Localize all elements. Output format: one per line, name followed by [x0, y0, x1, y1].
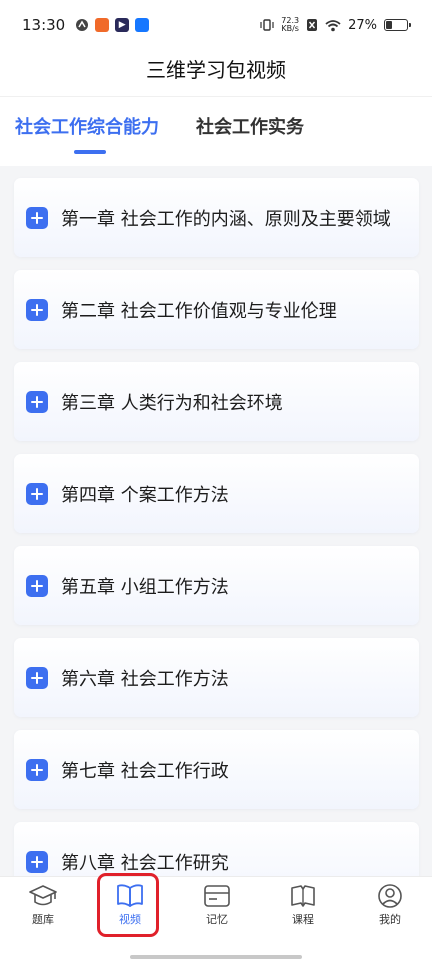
nav-item-course[interactable]: 课程 [273, 883, 333, 927]
graduation-cap-icon [29, 885, 57, 906]
page-title: 三维学习包视频 [146, 58, 286, 82]
status-bar: 13:30 ▶ 72.3 KB/s 27% [0, 0, 432, 50]
app-notification-icon [95, 18, 110, 32]
chapter-item[interactable]: 第五章 小组工作方法 [14, 546, 419, 625]
battery-level [386, 21, 392, 29]
nav-label: 记忆 [206, 913, 228, 926]
chapter-item[interactable]: 第二章 社会工作价值观与专业伦理 [14, 270, 419, 349]
highlight-box [97, 873, 159, 937]
chapter-item[interactable]: 第一章 社会工作的内涵、原则及主要领域 [14, 178, 419, 257]
expand-plus-icon[interactable] [26, 575, 48, 597]
no-sim-icon [307, 19, 318, 31]
chapter-label: 第五章 小组工作方法 [61, 577, 229, 598]
tab-comprehensive-ability[interactable]: 社会工作综合能力 [15, 113, 159, 139]
status-right: 72.3 KB/s 27% [260, 17, 411, 33]
chapter-label: 第六章 社会工作方法 [61, 669, 229, 690]
chapter-label: 第二章 社会工作价值观与专业伦理 [61, 301, 337, 322]
tab-practice[interactable]: 社会工作实务 [196, 113, 304, 139]
home-indicator[interactable] [130, 955, 302, 959]
chapter-label: 第八章 社会工作研究 [61, 853, 229, 874]
chapter-item[interactable]: 第六章 社会工作方法 [14, 638, 419, 717]
nav-label: 我的 [379, 913, 401, 926]
battery-percent: 27% [348, 17, 377, 33]
page-title-bar: 三维学习包视频 [0, 50, 432, 96]
nav-item-memory[interactable]: 记忆 [187, 883, 247, 927]
expand-plus-icon[interactable] [26, 851, 48, 873]
network-speed: 72.3 KB/s [281, 17, 299, 33]
tab-bar: 社会工作综合能力 社会工作实务 [0, 96, 432, 166]
expand-plus-icon[interactable] [26, 483, 48, 505]
chapter-item[interactable]: 第七章 社会工作行政 [14, 730, 419, 809]
book-icon [291, 885, 315, 907]
expand-plus-icon[interactable] [26, 391, 48, 413]
play-app-icon: ▶ [115, 18, 130, 32]
vibrate-icon [260, 19, 274, 31]
status-left: 13:30 ▶ [22, 16, 150, 34]
expand-plus-icon[interactable] [26, 667, 48, 689]
wifi-icon [325, 19, 341, 31]
chapter-item[interactable]: 第三章 人类行为和社会环境 [14, 362, 419, 441]
expand-plus-icon[interactable] [26, 759, 48, 781]
network-speed-unit: KB/s [281, 24, 299, 33]
chapter-label: 第一章 社会工作的内涵、原则及主要领域 [61, 209, 391, 230]
nav-label: 题库 [32, 913, 54, 926]
status-time: 13:30 [22, 16, 66, 34]
chapter-list: 第一章 社会工作的内涵、原则及主要领域 第二章 社会工作价值观与专业伦理 第三章… [14, 178, 419, 914]
chapter-label: 第七章 社会工作行政 [61, 761, 229, 782]
nav-label: 课程 [292, 913, 314, 926]
chapter-label: 第三章 人类行为和社会环境 [61, 393, 283, 414]
sync-icon [76, 19, 89, 31]
nav-item-mine[interactable]: 我的 [360, 883, 420, 927]
bottom-nav: 题库 视频 记忆 课程 我的 [0, 876, 432, 964]
tab-active-indicator [74, 150, 106, 154]
chapter-item[interactable]: 第四章 个案工作方法 [14, 454, 419, 533]
nav-item-question-bank[interactable]: 题库 [13, 883, 73, 927]
expand-plus-icon[interactable] [26, 299, 48, 321]
expand-plus-icon[interactable] [26, 207, 48, 229]
chapter-label: 第四章 个案工作方法 [61, 485, 229, 506]
alipay-icon [135, 18, 150, 32]
user-icon [378, 884, 402, 908]
battery-icon [384, 19, 411, 31]
card-icon [204, 885, 230, 907]
